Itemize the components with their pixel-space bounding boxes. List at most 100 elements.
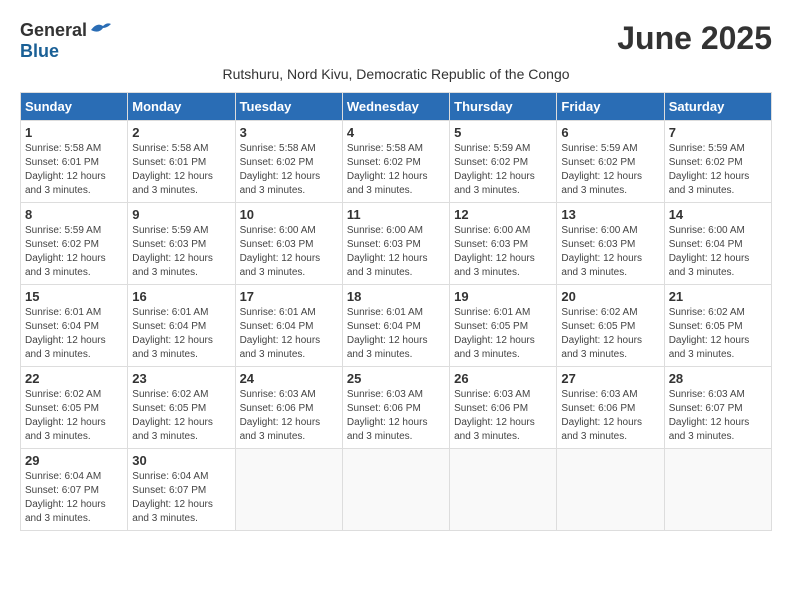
- day-info: Sunrise: 6:02 AM Sunset: 6:05 PM Dayligh…: [25, 388, 123, 444]
- day-number: 12: [454, 207, 552, 222]
- page-header: General Blue June 2025: [20, 20, 772, 62]
- day-number: 28: [669, 371, 767, 386]
- day-number: 30: [132, 453, 230, 468]
- day-number: 7: [669, 125, 767, 140]
- day-number: 15: [25, 289, 123, 304]
- calendar-day-cell: 28Sunrise: 6:03 AM Sunset: 6:07 PM Dayli…: [664, 367, 771, 449]
- calendar-week-row: 29 Sunrise: 6:04 AM Sunset: 6:07 PM Dayli…: [21, 449, 772, 531]
- calendar-day-cell: 23 Sunrise: 6:02 AM Sunset: 6:05 PM Dayli…: [128, 367, 235, 449]
- day-info: Sunrise: 6:01 AM Sunset: 6:04 PM Dayligh…: [132, 306, 230, 362]
- calendar-day-cell: 17Sunrise: 6:01 AM Sunset: 6:04 PM Dayli…: [235, 285, 342, 367]
- day-info: Sunrise: 5:59 AM Sunset: 6:03 PM Dayligh…: [132, 224, 230, 280]
- calendar-day-cell: [235, 449, 342, 531]
- day-number: 17: [240, 289, 338, 304]
- logo-general-text: General: [20, 20, 87, 41]
- calendar-header-row: SundayMondayTuesdayWednesdayThursdayFrid…: [21, 93, 772, 121]
- day-info: Sunrise: 5:58 AM Sunset: 6:01 PM Dayligh…: [132, 142, 230, 198]
- day-info: Sunrise: 6:01 AM Sunset: 6:04 PM Dayligh…: [347, 306, 445, 362]
- day-number: 9: [132, 207, 230, 222]
- calendar-day-cell: [342, 449, 449, 531]
- calendar-day-cell: 3 Sunrise: 5:58 AM Sunset: 6:02 PM Daylig…: [235, 121, 342, 203]
- day-info: Sunrise: 6:00 AM Sunset: 6:03 PM Dayligh…: [561, 224, 659, 280]
- day-info: Sunrise: 6:01 AM Sunset: 6:04 PM Dayligh…: [25, 306, 123, 362]
- day-info: Sunrise: 5:58 AM Sunset: 6:02 PM Dayligh…: [347, 142, 445, 198]
- day-number: 5: [454, 125, 552, 140]
- calendar-day-cell: 5 Sunrise: 5:59 AM Sunset: 6:02 PM Daylig…: [450, 121, 557, 203]
- day-info: Sunrise: 6:01 AM Sunset: 6:05 PM Dayligh…: [454, 306, 552, 362]
- calendar-header-cell: Monday: [128, 93, 235, 121]
- calendar-day-cell: 10 Sunrise: 6:00 AM Sunset: 6:03 PM Dayli…: [235, 203, 342, 285]
- day-info: Sunrise: 6:00 AM Sunset: 6:03 PM Dayligh…: [454, 224, 552, 280]
- day-info: Sunrise: 6:03 AM Sunset: 6:06 PM Dayligh…: [561, 388, 659, 444]
- day-number: 14: [669, 207, 767, 222]
- calendar-header: SundayMondayTuesdayWednesdayThursdayFrid…: [21, 93, 772, 121]
- day-number: 18: [347, 289, 445, 304]
- day-number: 10: [240, 207, 338, 222]
- calendar-table: SundayMondayTuesdayWednesdayThursdayFrid…: [20, 92, 772, 531]
- day-number: 2: [132, 125, 230, 140]
- day-info: Sunrise: 5:59 AM Sunset: 6:02 PM Dayligh…: [25, 224, 123, 280]
- day-info: Sunrise: 6:04 AM Sunset: 6:07 PM Dayligh…: [132, 470, 230, 526]
- day-info: Sunrise: 6:03 AM Sunset: 6:06 PM Dayligh…: [347, 388, 445, 444]
- subtitle: Rutshuru, Nord Kivu, Democratic Republic…: [20, 66, 772, 82]
- calendar-day-cell: 30 Sunrise: 6:04 AM Sunset: 6:07 PM Dayli…: [128, 449, 235, 531]
- day-number: 11: [347, 207, 445, 222]
- calendar-day-cell: 6Sunrise: 5:59 AM Sunset: 6:02 PM Daylig…: [557, 121, 664, 203]
- day-info: Sunrise: 5:58 AM Sunset: 6:01 PM Dayligh…: [25, 142, 123, 198]
- day-number: 20: [561, 289, 659, 304]
- calendar-day-cell: 8 Sunrise: 5:59 AM Sunset: 6:02 PM Daylig…: [21, 203, 128, 285]
- day-info: Sunrise: 5:59 AM Sunset: 6:02 PM Dayligh…: [669, 142, 767, 198]
- calendar-day-cell: 2 Sunrise: 5:58 AM Sunset: 6:01 PM Daylig…: [128, 121, 235, 203]
- calendar-day-cell: 19 Sunrise: 6:01 AM Sunset: 6:05 PM Dayli…: [450, 285, 557, 367]
- day-info: Sunrise: 5:59 AM Sunset: 6:02 PM Dayligh…: [454, 142, 552, 198]
- calendar-day-cell: 15 Sunrise: 6:01 AM Sunset: 6:04 PM Dayli…: [21, 285, 128, 367]
- calendar-day-cell: 25 Sunrise: 6:03 AM Sunset: 6:06 PM Dayli…: [342, 367, 449, 449]
- logo-blue-text: Blue: [20, 41, 59, 62]
- calendar-header-cell: Tuesday: [235, 93, 342, 121]
- calendar-day-cell: [450, 449, 557, 531]
- day-info: Sunrise: 5:58 AM Sunset: 6:02 PM Dayligh…: [240, 142, 338, 198]
- calendar-day-cell: 12 Sunrise: 6:00 AM Sunset: 6:03 PM Dayli…: [450, 203, 557, 285]
- calendar-day-cell: 27 Sunrise: 6:03 AM Sunset: 6:06 PM Dayli…: [557, 367, 664, 449]
- logo-bird-icon: [89, 20, 111, 38]
- day-number: 19: [454, 289, 552, 304]
- calendar-day-cell: 21Sunrise: 6:02 AM Sunset: 6:05 PM Dayli…: [664, 285, 771, 367]
- calendar-day-cell: 1Sunrise: 5:58 AM Sunset: 6:01 PM Daylig…: [21, 121, 128, 203]
- calendar-day-cell: 29 Sunrise: 6:04 AM Sunset: 6:07 PM Dayli…: [21, 449, 128, 531]
- day-info: Sunrise: 6:00 AM Sunset: 6:04 PM Dayligh…: [669, 224, 767, 280]
- day-number: 25: [347, 371, 445, 386]
- day-number: 8: [25, 207, 123, 222]
- calendar-week-row: 15 Sunrise: 6:01 AM Sunset: 6:04 PM Dayli…: [21, 285, 772, 367]
- day-info: Sunrise: 6:00 AM Sunset: 6:03 PM Dayligh…: [240, 224, 338, 280]
- day-number: 29: [25, 453, 123, 468]
- day-number: 22: [25, 371, 123, 386]
- calendar-day-cell: 20Sunrise: 6:02 AM Sunset: 6:05 PM Dayli…: [557, 285, 664, 367]
- calendar-header-cell: Wednesday: [342, 93, 449, 121]
- calendar-week-row: 1Sunrise: 5:58 AM Sunset: 6:01 PM Daylig…: [21, 121, 772, 203]
- day-info: Sunrise: 6:04 AM Sunset: 6:07 PM Dayligh…: [25, 470, 123, 526]
- day-number: 6: [561, 125, 659, 140]
- day-number: 24: [240, 371, 338, 386]
- day-number: 13: [561, 207, 659, 222]
- day-number: 23: [132, 371, 230, 386]
- day-info: Sunrise: 6:03 AM Sunset: 6:06 PM Dayligh…: [240, 388, 338, 444]
- calendar-header-cell: Sunday: [21, 93, 128, 121]
- calendar-day-cell: 11Sunrise: 6:00 AM Sunset: 6:03 PM Dayli…: [342, 203, 449, 285]
- month-title: June 2025: [617, 20, 772, 57]
- logo: General Blue: [20, 20, 111, 62]
- day-number: 26: [454, 371, 552, 386]
- calendar-header-cell: Friday: [557, 93, 664, 121]
- calendar-body: 1Sunrise: 5:58 AM Sunset: 6:01 PM Daylig…: [21, 121, 772, 531]
- calendar-day-cell: 24 Sunrise: 6:03 AM Sunset: 6:06 PM Dayli…: [235, 367, 342, 449]
- calendar-day-cell: 9 Sunrise: 5:59 AM Sunset: 6:03 PM Daylig…: [128, 203, 235, 285]
- calendar-day-cell: 14 Sunrise: 6:00 AM Sunset: 6:04 PM Dayli…: [664, 203, 771, 285]
- calendar-day-cell: 4Sunrise: 5:58 AM Sunset: 6:02 PM Daylig…: [342, 121, 449, 203]
- day-info: Sunrise: 6:03 AM Sunset: 6:06 PM Dayligh…: [454, 388, 552, 444]
- calendar-day-cell: 13 Sunrise: 6:00 AM Sunset: 6:03 PM Dayli…: [557, 203, 664, 285]
- calendar-day-cell: 26 Sunrise: 6:03 AM Sunset: 6:06 PM Dayli…: [450, 367, 557, 449]
- day-info: Sunrise: 6:02 AM Sunset: 6:05 PM Dayligh…: [669, 306, 767, 362]
- day-number: 27: [561, 371, 659, 386]
- day-info: Sunrise: 6:02 AM Sunset: 6:05 PM Dayligh…: [132, 388, 230, 444]
- day-number: 3: [240, 125, 338, 140]
- calendar-day-cell: [664, 449, 771, 531]
